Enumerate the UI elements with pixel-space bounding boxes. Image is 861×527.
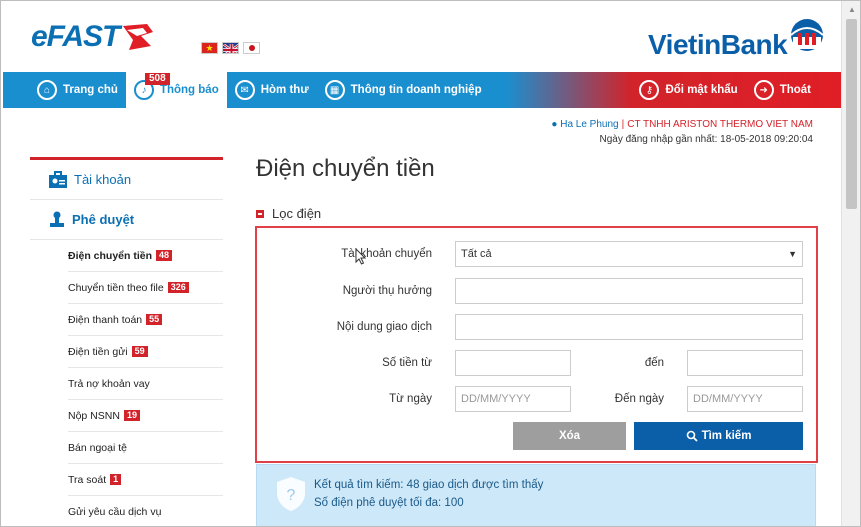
user-info: ● Ha Le Phung | CT TNHH ARISTON THERMO VIE… [551,119,813,145]
account-label: Tài khoản chuyển [341,248,432,260]
stamp-icon [48,211,66,229]
shield-question-icon: ? [277,477,305,511]
date-to-label: Đến ngày [614,393,664,405]
sidebar-account[interactable]: Tài khoản [30,160,223,200]
building-icon: ▦ [324,80,345,100]
date-from-label: Từ ngày [389,393,432,405]
collapse-icon[interactable] [256,209,264,218]
nav-right: ⚷ Đổi mật khẩu ➜ Thoát [631,72,841,108]
efast-arrow-icon [123,24,154,50]
efast-logo[interactable]: eFAST [31,19,155,55]
sidebar: Tài khoản Phê duyệt Điện chuyển tiền 48 C… [30,157,223,526]
sidebar-item-sell-fx[interactable]: Bán ngoại tệ [68,432,223,464]
scroll-thumb[interactable] [846,19,857,209]
amount-from-label: Số tiền từ [382,357,432,369]
amount-to-input[interactable] [687,350,803,376]
account-icon [48,170,68,189]
content-input[interactable] [455,314,803,340]
sidebar-item-state-budget[interactable]: Nộp NSNN 19 [68,400,223,432]
filter-section-title[interactable]: Lọc điện [256,206,321,221]
dropdown-caret-icon: ▼ [788,249,797,259]
beneficiary-label: Người thụ hưởng [342,285,432,297]
flag-jp-icon[interactable] [243,42,260,54]
app-window: eFAST ★ VietinBank ⌂ Trang chủ ♪ 508 Thô… [0,0,861,527]
mouse-cursor-icon [355,248,367,265]
notification-badge: 508 [144,73,170,85]
amount-to-label: đến [644,357,664,369]
max-approve: Số điện phê duyệt tối đa: 100 [314,497,464,509]
sidebar-item-transfer[interactable]: Điện chuyển tiền 48 [68,240,223,272]
home-icon: ⌂ [37,80,57,100]
nav-notifications[interactable]: ♪ 508 Thông báo [125,72,227,108]
vertical-scrollbar[interactable]: ▲ [841,1,860,526]
page-title: Điện chuyển tiền [256,155,435,182]
company-name: CT TNHH ARISTON THERMO VIET NAM [627,119,813,130]
nav-logout[interactable]: ➜ Thoát [746,72,841,108]
sidebar-item-service-request[interactable]: Gửi yêu cầu dịch vụ [68,496,223,526]
nav-change-password[interactable]: ⚷ Đổi mật khẩu [631,72,745,108]
mail-icon: ✉ [234,80,255,100]
filter-form: Tài khoản chuyển Tất cả ▼ Người thụ hưởn… [255,226,818,463]
sidebar-item-deposit[interactable]: Điện tiền gửi 59 [68,336,223,368]
search-result-box: ? Kết quả tìm kiếm: 48 giao dịch được tì… [256,464,816,526]
scroll-up-icon[interactable]: ▲ [842,1,860,17]
logout-icon: ➜ [753,80,774,100]
header: eFAST ★ VietinBank [1,1,841,71]
key-icon: ⚷ [639,80,660,100]
nav-company-info[interactable]: ▦ Thông tin doanh nghiệp [317,72,490,108]
vietinbank-logo[interactable]: VietinBank [648,15,825,61]
content-label: Nội dung giao dịch [336,321,432,333]
sidebar-item-file-transfer[interactable]: Chuyển tiền theo file 326 [68,272,223,304]
svg-text:?: ? [287,487,296,504]
user-name[interactable]: Ha Le Phung [560,119,618,130]
nav-mailbox[interactable]: ✉ Hòm thư [227,72,317,108]
main-nav: ⌂ Trang chủ ♪ 508 Thông báo ✉ Hòm thư ▦ … [3,72,841,108]
last-login: Ngày đăng nhập gần nhất: 18-05-2018 09:2… [599,134,813,145]
result-count: Kết quả tìm kiếm: 48 giao dịch được tìm … [314,479,544,491]
user-icon: ● [551,119,558,130]
clear-button[interactable]: Xóa [513,422,626,450]
search-icon [686,430,698,442]
amount-from-input[interactable] [455,350,571,376]
vietinbank-emblem-icon [790,19,824,51]
flag-vn-icon[interactable]: ★ [201,42,218,54]
sidebar-item-loan-repay[interactable]: Trả nợ khoản vay [68,368,223,400]
sidebar-approve[interactable]: Phê duyệt [30,200,223,240]
search-button[interactable]: Tìm kiếm [634,422,803,450]
flag-uk-icon[interactable] [222,42,239,54]
account-select[interactable]: Tất cả ▼ [455,241,803,267]
sidebar-item-inquiry[interactable]: Tra soát 1 [68,464,223,496]
date-to-input[interactable]: DD/MM/YYYY [687,386,803,412]
beneficiary-input[interactable] [455,278,803,304]
language-flags: ★ [201,42,260,54]
nav-home[interactable]: ⌂ Trang chủ [3,72,126,108]
sidebar-item-payment[interactable]: Điện thanh toán 55 [68,304,223,336]
date-from-input[interactable]: DD/MM/YYYY [455,386,571,412]
